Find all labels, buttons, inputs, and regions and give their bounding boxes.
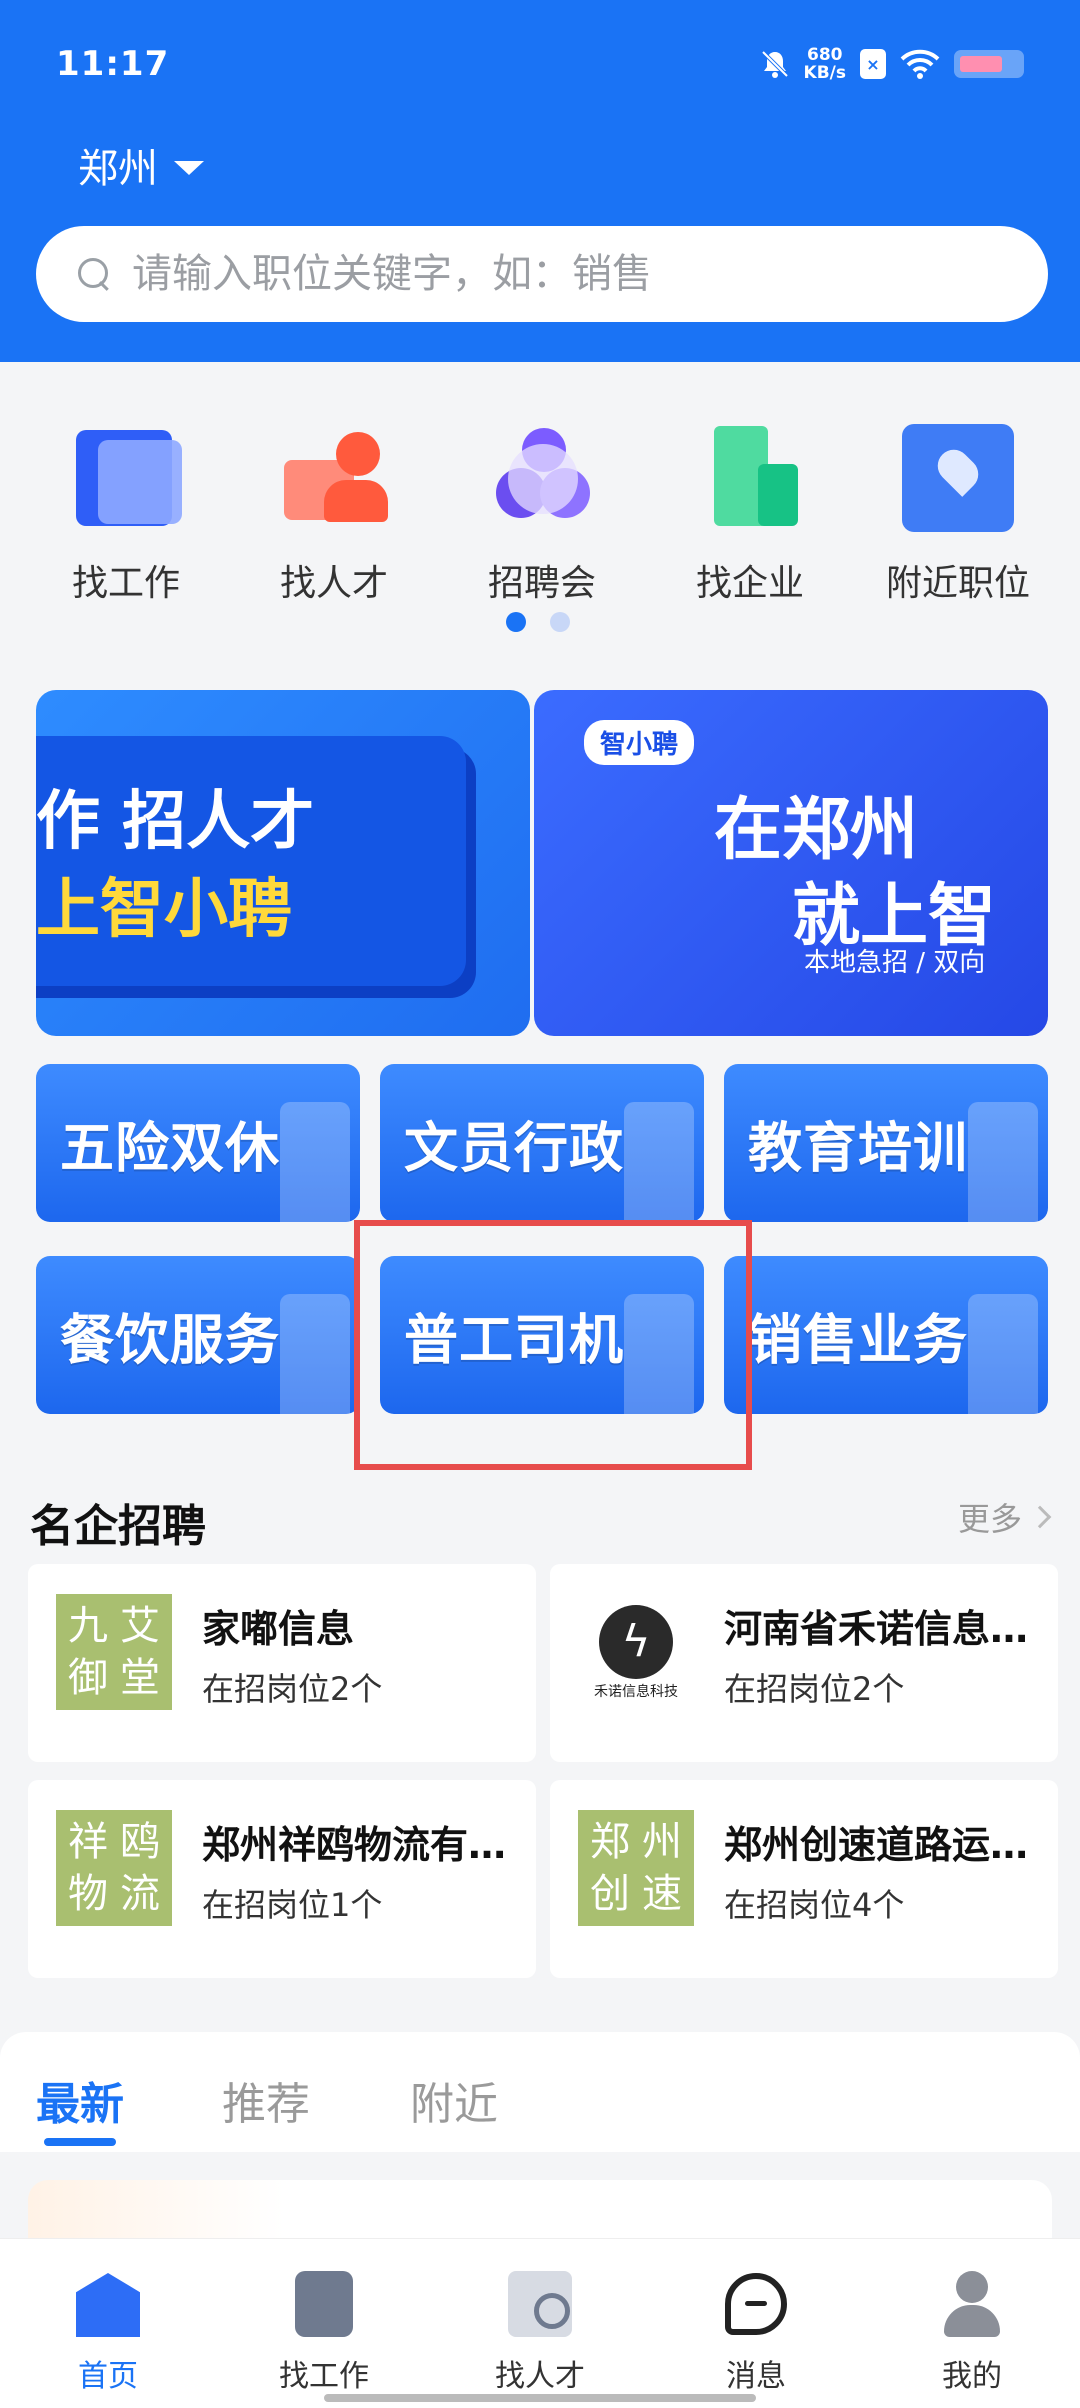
category-tile-catering[interactable]: 餐饮服务	[36, 1256, 360, 1414]
more-link[interactable]: 更多	[958, 1494, 1052, 1540]
city-selector[interactable]: 郑州	[78, 136, 204, 194]
nav-home[interactable]: 首页	[0, 2239, 216, 2408]
company-name: 郑州创速道路运…	[724, 1823, 1029, 1867]
page-dot-active	[506, 612, 526, 632]
lightning-icon: ϟ	[599, 1605, 673, 1679]
nav-messages[interactable]: 消息	[648, 2239, 864, 2408]
company-logo: 郑 州 创 速	[578, 1810, 694, 1926]
highlight-box	[354, 1220, 752, 1470]
nav-me[interactable]: 我的	[864, 2239, 1080, 2408]
battery-icon	[954, 50, 1024, 78]
sim-icon: ×	[860, 49, 886, 79]
person-check-icon	[278, 420, 390, 532]
category-tile-admin[interactable]: 文员行政	[380, 1064, 704, 1222]
home-icon	[76, 2273, 140, 2337]
home-indicator	[324, 2394, 756, 2402]
open-positions: 在招岗位2个	[202, 1670, 383, 1708]
quick-entries: 找工作 找人才 招聘会 找企业 附近职位	[36, 420, 1048, 606]
section-title: 名企招聘	[30, 1501, 206, 1552]
nav-find-talent[interactable]: 找人才	[432, 2239, 648, 2408]
banner-logo: 智小聘	[584, 720, 695, 765]
search-bar[interactable]	[36, 226, 1048, 322]
page-dot	[550, 612, 570, 632]
quick-entry-job-fair[interactable]: 招聘会	[452, 420, 632, 606]
chevron-right-icon	[1028, 1505, 1052, 1529]
banner-left-line1: 作 招人才	[36, 785, 315, 859]
banner-right-line1: 在郑州	[714, 791, 919, 870]
nav-find-job[interactable]: 找工作	[216, 2239, 432, 2408]
company-card[interactable]: 祥 鸥 物 流 郑州祥鸥物流有… 在招岗位1个	[28, 1780, 536, 1978]
company-card[interactable]: ϟ 禾诺信息科技 河南省禾诺信息… 在招岗位2个	[550, 1564, 1058, 1762]
open-positions: 在招岗位4个	[724, 1886, 905, 1924]
category-tile-sales[interactable]: 销售业务	[724, 1256, 1048, 1414]
category-tile-education[interactable]: 教育培训	[724, 1064, 1048, 1222]
network-speed: 680 KB/s	[803, 45, 846, 83]
tab-underline	[44, 2138, 116, 2146]
quick-entry-find-company[interactable]: 找企业	[660, 420, 840, 606]
status-bar: 11:17 680 KB/s ×	[56, 40, 1024, 88]
company-logo: ϟ 禾诺信息科技	[578, 1594, 694, 1710]
user-icon	[940, 2271, 1004, 2337]
feed-tabs: 最新 推荐 附近	[0, 2032, 1080, 2152]
open-positions: 在招岗位2个	[724, 1670, 905, 1708]
dropdown-triangle-icon	[174, 161, 204, 175]
company-logo: 祥 鸥 物 流	[56, 1810, 172, 1926]
location-pin-icon	[902, 420, 1014, 532]
quick-entry-find-talent[interactable]: 找人才	[244, 420, 424, 606]
folder-edit-icon	[70, 420, 182, 532]
company-card[interactable]: 九 艾 御 堂 家嘟信息 在招岗位2个	[28, 1564, 536, 1762]
circles-icon	[486, 420, 598, 532]
page-indicator	[506, 612, 570, 632]
company-name: 郑州祥鸥物流有…	[202, 1823, 507, 1867]
banner-left-line2: 上智小聘	[36, 873, 292, 947]
quick-entry-nearby-jobs[interactable]: 附近职位	[868, 420, 1048, 606]
search-icon	[76, 256, 112, 292]
person-search-icon	[508, 2271, 572, 2337]
city-label: 郑州	[78, 146, 158, 192]
promo-banner-right[interactable]: 智小聘 在郑州 就上智 本地急招 / 双向	[534, 690, 1048, 1036]
tab-recommend[interactable]: 推荐	[222, 2068, 310, 2132]
company-name: 家嘟信息	[202, 1607, 355, 1651]
header: 11:17 680 KB/s × 郑州	[0, 0, 1080, 362]
bottom-nav: 首页 找工作 找人才 消息 我的	[0, 2238, 1080, 2408]
status-time: 11:17	[56, 44, 170, 84]
tab-latest[interactable]: 最新	[36, 2068, 124, 2132]
company-name: 河南省禾诺信息…	[724, 1607, 1029, 1651]
tab-nearby[interactable]: 附近	[410, 2068, 498, 2132]
document-gear-icon	[295, 2271, 353, 2337]
quick-entry-find-job[interactable]: 找工作	[36, 420, 216, 606]
promo-banner-left[interactable]: 作 招人才 上智小聘	[36, 690, 530, 1036]
message-icon	[725, 2273, 787, 2335]
wifi-icon	[900, 49, 940, 79]
status-icons: 680 KB/s ×	[760, 46, 1024, 82]
company-card[interactable]: 郑 州 创 速 郑州创速道路运… 在招岗位4个	[550, 1780, 1058, 1978]
mute-icon	[761, 50, 788, 78]
company-logo: 九 艾 御 堂	[56, 1594, 172, 1710]
open-positions: 在招岗位1个	[202, 1886, 383, 1924]
search-input[interactable]	[132, 251, 1012, 297]
banner-right-line3: 本地急招 / 双向	[804, 948, 986, 978]
building-icon	[694, 420, 806, 532]
category-tile-insurance[interactable]: 五险双休	[36, 1064, 360, 1222]
